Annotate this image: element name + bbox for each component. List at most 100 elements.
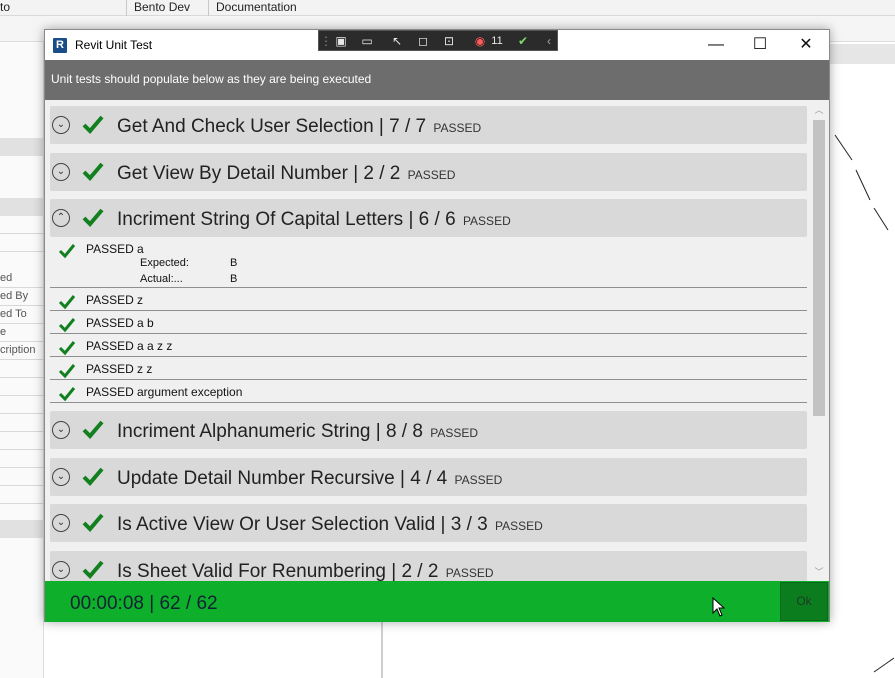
group-separator: | <box>408 209 414 230</box>
group-count: 4 / 4 <box>410 468 448 489</box>
unit-test-window: R Revit Unit Test — ☐ ✕ ⋮ ▣ ▭ ↖ ◻ ⊡ ◉ 11… <box>44 29 830 622</box>
test-case-row[interactable]: PASSED z z <box>50 358 807 380</box>
test-case-row[interactable]: PASSED a b <box>50 312 807 334</box>
group-name: Get And Check User Selection <box>117 116 374 137</box>
test-status: PASSED <box>86 385 134 399</box>
total-passed-count: 62 / 62 <box>159 593 218 614</box>
test-case-row[interactable]: PASSED z <box>50 289 807 311</box>
test-group[interactable]: ⌄ Incriment Alphanumeric String | 8 / 8 … <box>50 411 807 449</box>
scroll-down-arrow-icon[interactable]: ﹀ <box>811 565 827 579</box>
scrollbar-thumb[interactable] <box>813 120 825 416</box>
window-title: Revit Unit Test <box>75 38 153 52</box>
chevron-up-icon[interactable]: ⌃ <box>52 209 70 227</box>
notification-count: 11 <box>491 35 503 47</box>
screen-capture-icon[interactable]: ⊡ <box>441 33 457 49</box>
test-group[interactable]: ⌄ Is Sheet Valid For Renumbering | 2 / 2… <box>50 551 807 581</box>
background-menu-bar: to Bento Dev Documentation <box>0 0 895 16</box>
checkmark-icon <box>82 208 104 227</box>
test-name: z z <box>137 362 153 376</box>
test-status: PASSED <box>86 293 134 307</box>
test-name: a <box>137 242 144 256</box>
checkmark-icon <box>58 341 76 356</box>
checkmark-icon <box>82 513 104 532</box>
background-menu-item[interactable]: Documentation <box>216 0 297 15</box>
checkmark-icon <box>82 162 104 181</box>
group-name: Update Detail Number Recursive <box>117 468 395 489</box>
group-count: 3 / 3 <box>450 514 488 535</box>
test-name: a b <box>137 316 154 330</box>
test-group-title: Incriment Alphanumeric String | 8 / 8 PA… <box>117 421 478 443</box>
group-separator: | <box>378 116 384 137</box>
background-menu-item[interactable]: Bento Dev <box>134 0 190 15</box>
test-group[interactable]: ⌄ Get And Check User Selection | 7 / 7 P… <box>50 106 807 144</box>
test-group-title: Update Detail Number Recursive | 4 / 4 P… <box>117 468 502 490</box>
group-separator: | <box>391 561 397 581</box>
test-group-title: Is Sheet Valid For Renumbering | 2 / 2 P… <box>117 561 494 581</box>
group-separator: | <box>375 421 381 442</box>
checkmark-icon <box>82 420 104 439</box>
vertical-scrollbar[interactable]: ︿ ﹀ <box>811 103 827 579</box>
panel-row <box>0 468 44 486</box>
group-count: 6 / 6 <box>418 209 456 230</box>
elapsed-time: 00:00:08 <box>70 593 144 614</box>
status-badge: PASSED <box>494 519 543 533</box>
check-circle-icon[interactable]: ✔ <box>515 33 531 49</box>
chevron-down-icon[interactable]: ⌄ <box>52 421 70 439</box>
panel-section-header <box>0 198 44 216</box>
test-group-expanded[interactable]: ⌃ Incriment String Of Capital Letters | … <box>50 199 807 237</box>
test-group[interactable]: ⌄ Update Detail Number Recursive | 4 / 4… <box>50 458 807 496</box>
test-case-row[interactable]: PASSED a Expected: B Actual:... B <box>50 238 807 288</box>
scroll-up-arrow-icon[interactable]: ︿ <box>811 103 827 117</box>
chevron-down-icon[interactable]: ⌄ <box>52 514 70 532</box>
video-camera-icon[interactable]: ▭ <box>359 33 375 49</box>
minimize-button[interactable]: — <box>693 30 739 60</box>
group-separator: | <box>400 468 405 489</box>
test-group[interactable]: ⌄ Get View By Detail Number | 2 / 2 PASS… <box>50 153 807 191</box>
test-group-title: Get View By Detail Number | 2 / 2 PASSED <box>117 163 455 185</box>
expected-value: B <box>230 257 238 269</box>
checkmark-icon <box>82 115 104 134</box>
panel-row <box>0 360 44 378</box>
drag-handle-icon[interactable]: ⋮ <box>320 33 332 49</box>
panel-row <box>0 396 44 414</box>
chevron-down-icon[interactable]: ⌄ <box>52 163 70 181</box>
panel-row <box>0 414 44 432</box>
panel-row <box>0 378 44 396</box>
chevron-down-icon[interactable]: ⌄ <box>52 468 70 486</box>
panel-row-label: ed <box>0 270 44 288</box>
region-capture-icon[interactable]: ▣ <box>333 33 349 49</box>
window-capture-icon[interactable]: ◻ <box>415 33 431 49</box>
status-badge: PASSED <box>462 214 511 228</box>
close-button[interactable]: ✕ <box>783 30 829 60</box>
group-count: 2 / 2 <box>401 561 439 581</box>
test-status: PASSED <box>86 242 134 256</box>
test-name: argument exception <box>137 385 243 399</box>
test-group[interactable]: ⌄ Is Active View Or User Selection Valid… <box>50 504 807 542</box>
panel-row-label: e <box>0 324 44 342</box>
background-menu-item[interactable]: to <box>0 0 10 15</box>
panel-row <box>0 234 44 252</box>
group-name: Get View By Detail Number <box>117 163 348 184</box>
expected-row: Expected: B <box>140 257 237 269</box>
header-banner: Unit tests should populate below as they… <box>45 60 829 100</box>
status-badge: PASSED <box>433 121 482 135</box>
chevron-down-icon[interactable]: ⌄ <box>52 561 70 579</box>
ok-button[interactable]: Ok <box>780 582 828 621</box>
test-group-title: Incriment String Of Capital Letters | 6 … <box>117 209 511 231</box>
floating-toolbar: ⋮ ▣ ▭ ↖ ◻ ⊡ ◉ 11 ✔ ‹ <box>318 30 558 51</box>
test-case-row[interactable]: PASSED a a z z <box>50 335 807 357</box>
chevron-left-icon[interactable]: ‹ <box>541 33 557 49</box>
actual-value: B <box>230 273 238 285</box>
menu-divider <box>208 0 209 16</box>
actual-label: Actual:... <box>140 273 183 285</box>
test-group-title: Get And Check User Selection | 7 / 7 PAS… <box>117 116 481 138</box>
test-case-row[interactable]: PASSED argument exception <box>50 381 807 403</box>
pointer-icon[interactable]: ↖ <box>389 33 405 49</box>
summary-footer: 00:00:08 | 62 / 62 Ok <box>45 581 829 622</box>
group-count: 8 / 8 <box>385 421 423 442</box>
maximize-button[interactable]: ☐ <box>737 30 783 60</box>
background-properties-panel: ed ed By ed To e cription <box>0 42 44 678</box>
checkmark-icon <box>58 244 76 259</box>
panel-row <box>0 486 44 504</box>
chevron-down-icon[interactable]: ⌄ <box>52 116 70 134</box>
